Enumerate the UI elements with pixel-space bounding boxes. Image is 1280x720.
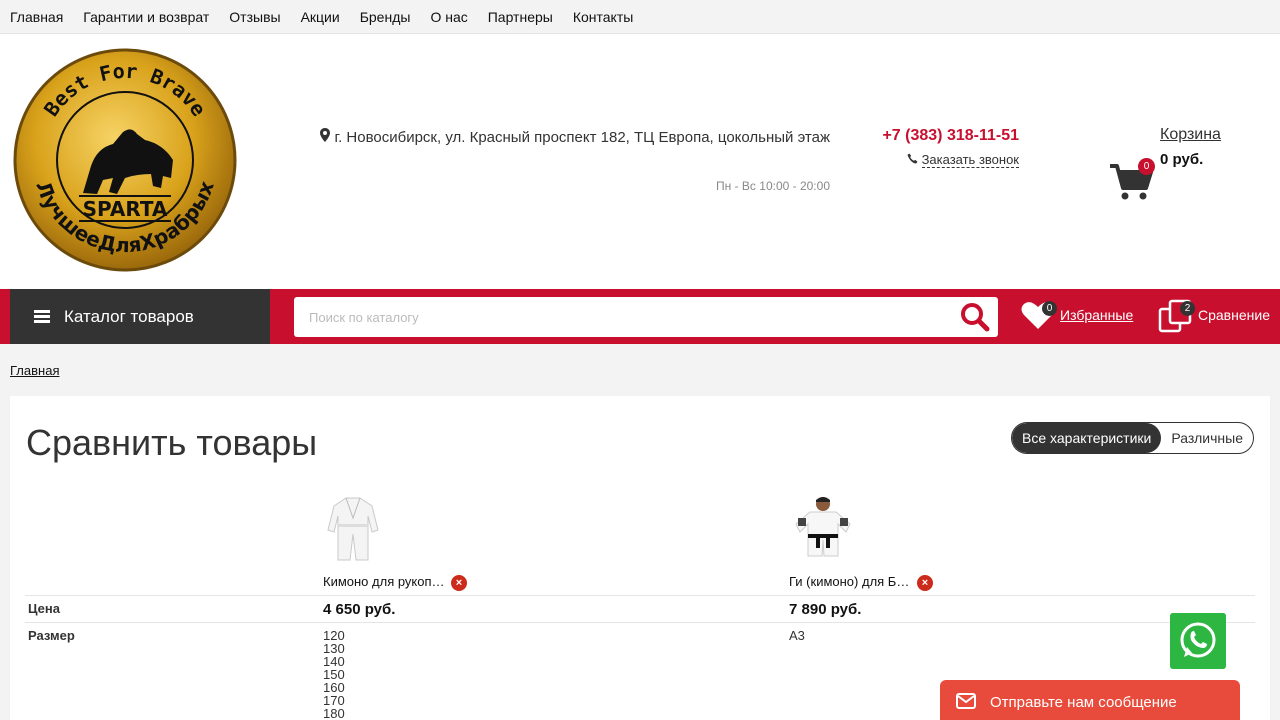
price-row-label: Цена	[28, 601, 60, 616]
size-value: A3	[789, 628, 805, 643]
search-input[interactable]	[294, 297, 934, 337]
nav-promotions[interactable]: Акции	[301, 9, 340, 25]
nav-reviews[interactable]: Отзывы	[229, 9, 280, 25]
row-divider	[25, 595, 1255, 596]
search-box	[294, 297, 998, 337]
nav-home[interactable]: Главная	[10, 9, 63, 25]
nav-brands[interactable]: Бренды	[360, 9, 411, 25]
nav-about[interactable]: О нас	[430, 9, 467, 25]
page-title: Сравнить товары	[26, 422, 318, 463]
search-icon[interactable]	[960, 302, 990, 332]
remove-product-1-icon[interactable]: ×	[451, 575, 467, 591]
sparta-logo[interactable]: Best For Brave ЛучшееДляХрабрых SPARTA	[13, 48, 237, 272]
chat-label: Отправьте нам сообщение	[990, 694, 1177, 711]
site-header: Best For Brave ЛучшееДляХрабрых SPARTA г…	[0, 34, 1280, 289]
logo-brand: SPARTA	[83, 197, 168, 221]
compare-filter-toggle: Все характеристики Различные	[1011, 422, 1254, 454]
nav-contacts[interactable]: Контакты	[573, 9, 633, 25]
catalog-button[interactable]: Каталог товаров	[10, 289, 270, 344]
product-name-2[interactable]: Ги (кимоно) для БЖЖ	[789, 574, 911, 589]
product-1-sizes: 120 130 140 150 160 170 180	[323, 629, 345, 720]
cart-sum: 0 руб.	[1160, 151, 1204, 168]
nav-partners[interactable]: Партнеры	[488, 9, 553, 25]
differences-button[interactable]: Различные	[1161, 423, 1253, 453]
address-text: г. Новосибирск, ул. Красный проспект 182…	[334, 129, 830, 146]
map-pin-icon	[320, 126, 331, 150]
row-divider	[25, 622, 1255, 623]
product-2-price: 7 890 руб.	[789, 601, 862, 618]
favorites-count-badge: 0	[1042, 301, 1057, 316]
compare-link[interactable]: Сравнение	[1198, 307, 1270, 323]
compare-count-badge: 2	[1180, 301, 1195, 316]
all-characteristics-button[interactable]: Все характеристики	[1012, 423, 1162, 453]
menu-icon	[34, 308, 50, 325]
product-1-price: 4 650 руб.	[323, 601, 396, 618]
chat-widget-button[interactable]: Отправьте нам сообщение	[940, 680, 1240, 720]
compare-panel: Сравнить товары Все характеристики Разли…	[10, 396, 1270, 720]
phone-icon	[907, 152, 922, 167]
store-address: г. Новосибирск, ул. Красный проспект 182…	[310, 126, 830, 150]
product-image-kimono[interactable]	[318, 494, 388, 564]
product-name-1[interactable]: Кимоно для рукопашного боя	[323, 574, 445, 589]
top-navigation: Главная Гарантии и возврат Отзывы Акции …	[0, 0, 1280, 34]
size-value: 180	[323, 706, 345, 720]
whatsapp-icon[interactable]	[1170, 613, 1226, 669]
request-call-label: Заказать звонок	[921, 152, 1019, 168]
nav-warranty[interactable]: Гарантии и возврат	[83, 9, 209, 25]
product-2-sizes: A3	[789, 629, 805, 642]
cart-count-badge: 0	[1138, 158, 1155, 175]
phone-number[interactable]: +7 (383) 318-11-51	[882, 127, 1019, 145]
opening-hours: Пн - Вс 10:00 - 20:00	[716, 179, 830, 193]
remove-product-2-icon[interactable]: ×	[917, 575, 933, 591]
catalog-label: Каталог товаров	[64, 306, 194, 326]
product-image-bjj-gi[interactable]	[788, 494, 858, 564]
breadcrumb-home[interactable]: Главная	[10, 363, 59, 378]
cart-link[interactable]: Корзина	[1160, 126, 1221, 144]
envelope-icon	[956, 692, 976, 713]
favorites-link[interactable]: Избранные	[1060, 307, 1133, 323]
request-call-link[interactable]: Заказать звонок	[907, 152, 1019, 168]
size-row-label: Размер	[28, 628, 75, 643]
